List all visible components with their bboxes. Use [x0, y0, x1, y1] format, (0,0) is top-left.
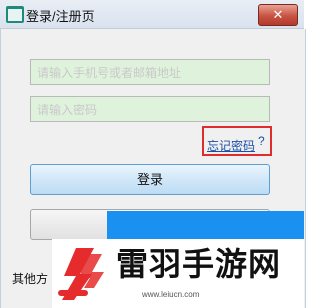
phone-email-input[interactable]: 请输入手机号或者邮箱地址: [30, 59, 270, 85]
watermark-site-name: 雷羽手游网: [116, 246, 282, 282]
window-title: 登录/注册页: [26, 9, 95, 24]
phone-email-placeholder: 请输入手机号或者邮箱地址: [37, 66, 182, 80]
password-placeholder: 请输入密码: [37, 103, 98, 117]
password-input[interactable]: 请输入密码: [30, 96, 270, 122]
forgot-password-link[interactable]: 忘记密码: [207, 137, 255, 154]
close-button[interactable]: ✕: [258, 4, 298, 26]
watermark-url: www.leiucn.com: [142, 290, 200, 299]
app-icon: [6, 6, 24, 23]
help-icon[interactable]: ?: [258, 134, 265, 148]
title-bar[interactable]: 登录/注册页 ✕: [0, 0, 304, 29]
other-login-methods-label: 其他方: [12, 272, 49, 286]
login-button[interactable]: 登录: [30, 164, 270, 195]
watermark-logo-icon: [58, 248, 104, 300]
